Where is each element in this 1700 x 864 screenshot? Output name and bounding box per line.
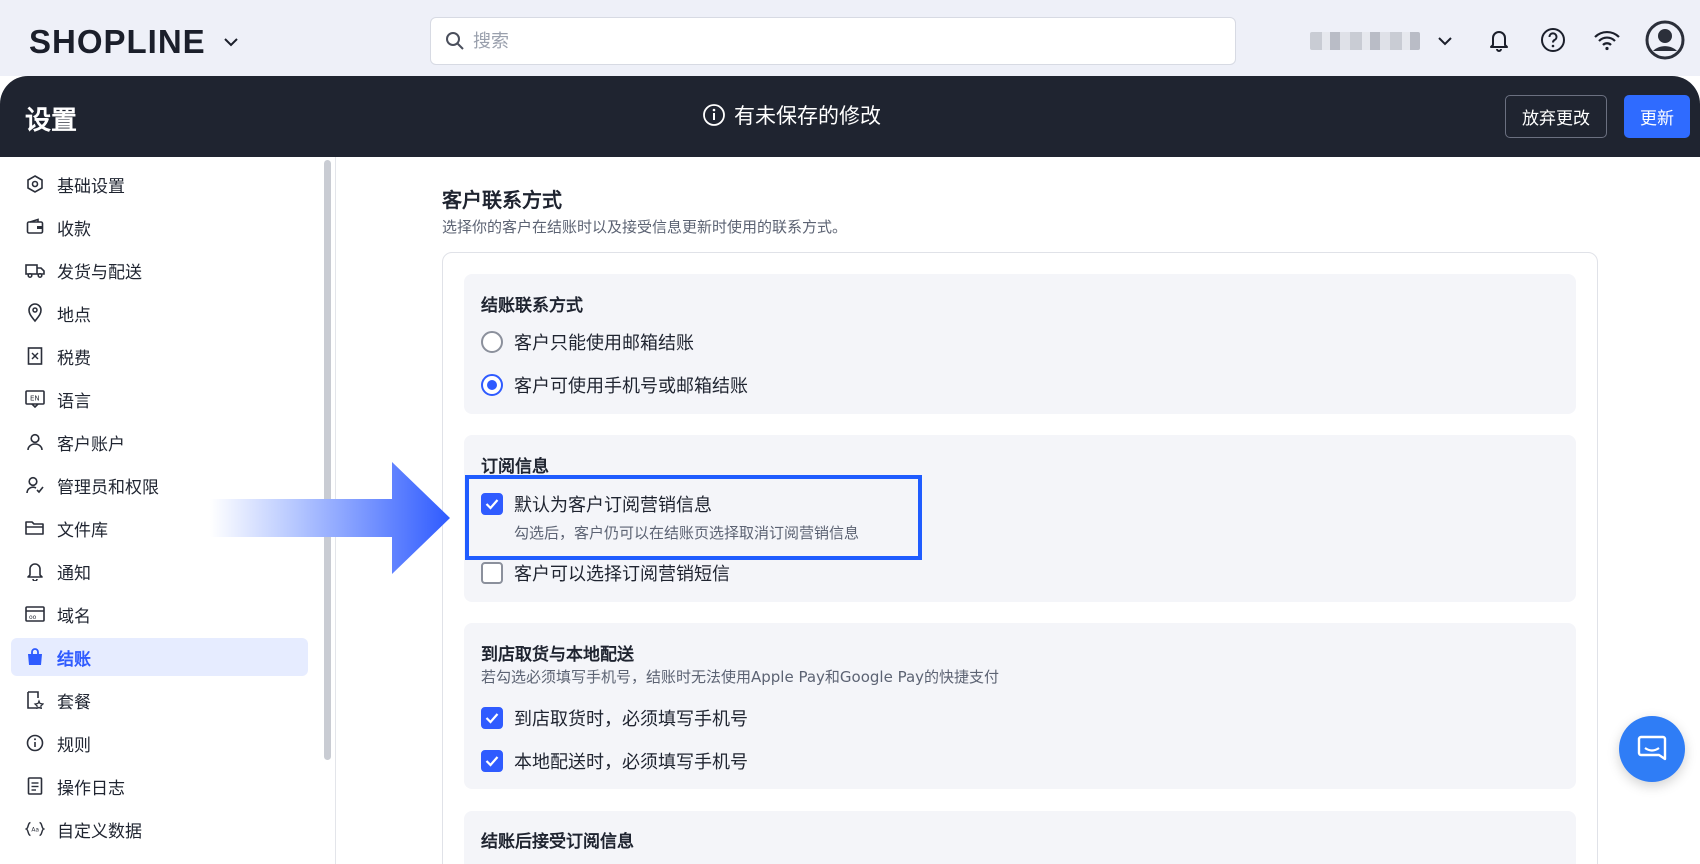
checkbox-checked[interactable] [481,750,503,772]
folder-icon [25,518,45,538]
domain-icon: oo [25,604,45,624]
post-checkout-group: 结账后接受订阅信息 [464,811,1576,864]
tax-icon [25,346,45,366]
sidebar-item-label: 税费 [57,348,91,369]
language-icon: EN [25,389,45,409]
checkbox-checked[interactable] [481,707,503,729]
group-subtitle: 若勾选必须填写手机号，结账时无法使用Apple Pay和Google Pay的快… [481,668,1000,686]
sidebar-item-label: 规则 [57,735,91,756]
wifi-icon [1591,24,1623,56]
bell-icon[interactable] [1483,24,1515,56]
search-input[interactable] [473,30,1193,52]
settings-header: 设置 有未保存的修改 放弃更改 更新 [0,76,1700,157]
store-switcher[interactable]: SHOPLINE [29,20,242,64]
sidebar-item-custom-data[interactable]: Aa 自定义数据 [11,810,308,848]
sidebar-item-activity-log[interactable]: 操作日志 [11,767,308,805]
top-bar: SHOPLINE [0,0,1700,76]
settings-icon [25,174,45,194]
section-title: 客户联系方式 [442,188,562,212]
sidebar-item-taxes[interactable]: 税费 [11,337,308,375]
svg-text:oo: oo [29,614,37,621]
wallet-icon [25,217,45,237]
option-label: 客户可以选择订阅营销短信 [514,564,730,585]
checkbox[interactable] [481,562,503,584]
unsaved-text: 有未保存的修改 [734,104,881,128]
chat-support-button[interactable] [1619,716,1685,782]
radio-button-selected[interactable] [481,374,503,396]
arrow-right-icon [210,462,450,574]
bag-icon [25,647,45,667]
sidebar-item-label: 结账 [57,649,91,670]
user-avatar-icon[interactable] [1645,20,1685,60]
sidebar-item-plans[interactable]: 套餐 [11,681,308,719]
checkbox-pickup-phone-required[interactable]: 到店取货时，必须填写手机号 [481,705,748,731]
highlight-box [465,475,922,560]
group-title: 结账联系方式 [481,296,583,316]
option-label: 本地配送时，必须填写手机号 [514,752,748,773]
search-icon [446,32,464,50]
bell-icon [25,561,45,581]
sidebar-item-label: 发货与配送 [57,262,142,283]
sidebar-item-basic-settings[interactable]: 基础设置 [11,165,308,203]
update-button[interactable]: 更新 [1624,95,1690,138]
sidebar-item-shipping[interactable]: 发货与配送 [11,251,308,289]
option-label: 客户可使用手机号或邮箱结账 [514,376,748,397]
sidebar-item-label: 基础设置 [57,176,125,197]
group-title: 结账后接受订阅信息 [481,832,634,852]
sidebar-item-label: 自定义数据 [57,821,142,842]
option-label: 到店取货时，必须填写手机号 [514,709,748,730]
sidebar-item-locations[interactable]: 地点 [11,294,308,332]
plan-icon [25,690,45,710]
code-icon: Aa [25,819,45,839]
discard-button[interactable]: 放弃更改 [1505,95,1607,138]
sidebar-scrollbar[interactable] [324,160,331,760]
store-name-blurred[interactable] [1310,32,1420,50]
admin-icon [25,475,45,495]
radio-email-only[interactable]: 客户只能使用邮箱结账 [481,329,694,355]
sidebar-item-label: 管理员和权限 [57,477,159,498]
chevron-down-icon[interactable] [1434,30,1456,52]
sidebar-item-domains[interactable]: oo 域名 [11,595,308,633]
option-label: 客户只能使用邮箱结账 [514,333,694,354]
svg-text:Aa: Aa [31,828,39,834]
sidebar-item-label: 收款 [57,219,91,240]
section-subtitle: 选择你的客户在结账时以及接受信息更新时使用的联系方式。 [442,218,848,236]
pickup-delivery-group: 到店取货与本地配送 若勾选必须填写手机号，结账时无法使用Apple Pay和Go… [464,623,1576,789]
radio-button[interactable] [481,331,503,353]
location-icon [25,303,45,323]
svg-text:EN: EN [30,395,40,403]
sidebar-item-payments[interactable]: 收款 [11,208,308,246]
sidebar-item-label: 通知 [57,563,91,584]
group-title: 到店取货与本地配送 [481,645,634,665]
help-icon[interactable] [1537,24,1569,56]
sidebar-item-customer-accounts[interactable]: 客户账户 [11,423,308,461]
shopline-logo: SHOPLINE [29,23,206,60]
info-icon [25,733,45,753]
sidebar-item-label: 地点 [57,305,91,326]
sidebar-item-checkout[interactable]: 结账 [11,638,308,676]
sidebar-item-label: 文件库 [57,520,108,541]
page-title: 设置 [25,106,78,136]
checkout-contact-group: 结账联系方式 客户只能使用邮箱结账 客户可使用手机号或邮箱结账 [464,274,1576,414]
search-bar[interactable] [430,17,1236,65]
checkbox-sms-subscribe[interactable]: 客户可以选择订阅营销短信 [481,560,730,586]
unsaved-changes-notice: 有未保存的修改 [702,100,881,130]
checkbox-delivery-phone-required[interactable]: 本地配送时，必须填写手机号 [481,748,748,774]
truck-icon [25,260,45,280]
chevron-down-icon [220,31,242,53]
sidebar-item-label: 语言 [57,391,91,412]
sidebar-item-label: 操作日志 [57,778,125,799]
chat-icon [1637,735,1667,761]
sidebar-item-label: 套餐 [57,692,91,713]
group-title: 订阅信息 [481,457,549,477]
info-icon [703,104,725,126]
sidebar-item-label: 域名 [57,606,91,627]
user-icon [25,432,45,452]
log-icon [25,776,45,796]
radio-phone-or-email[interactable]: 客户可使用手机号或邮箱结账 [481,372,748,398]
sidebar-item-label: 客户账户 [57,434,125,455]
sidebar-item-rules[interactable]: 规则 [11,724,308,762]
sidebar-item-languages[interactable]: EN 语言 [11,380,308,418]
